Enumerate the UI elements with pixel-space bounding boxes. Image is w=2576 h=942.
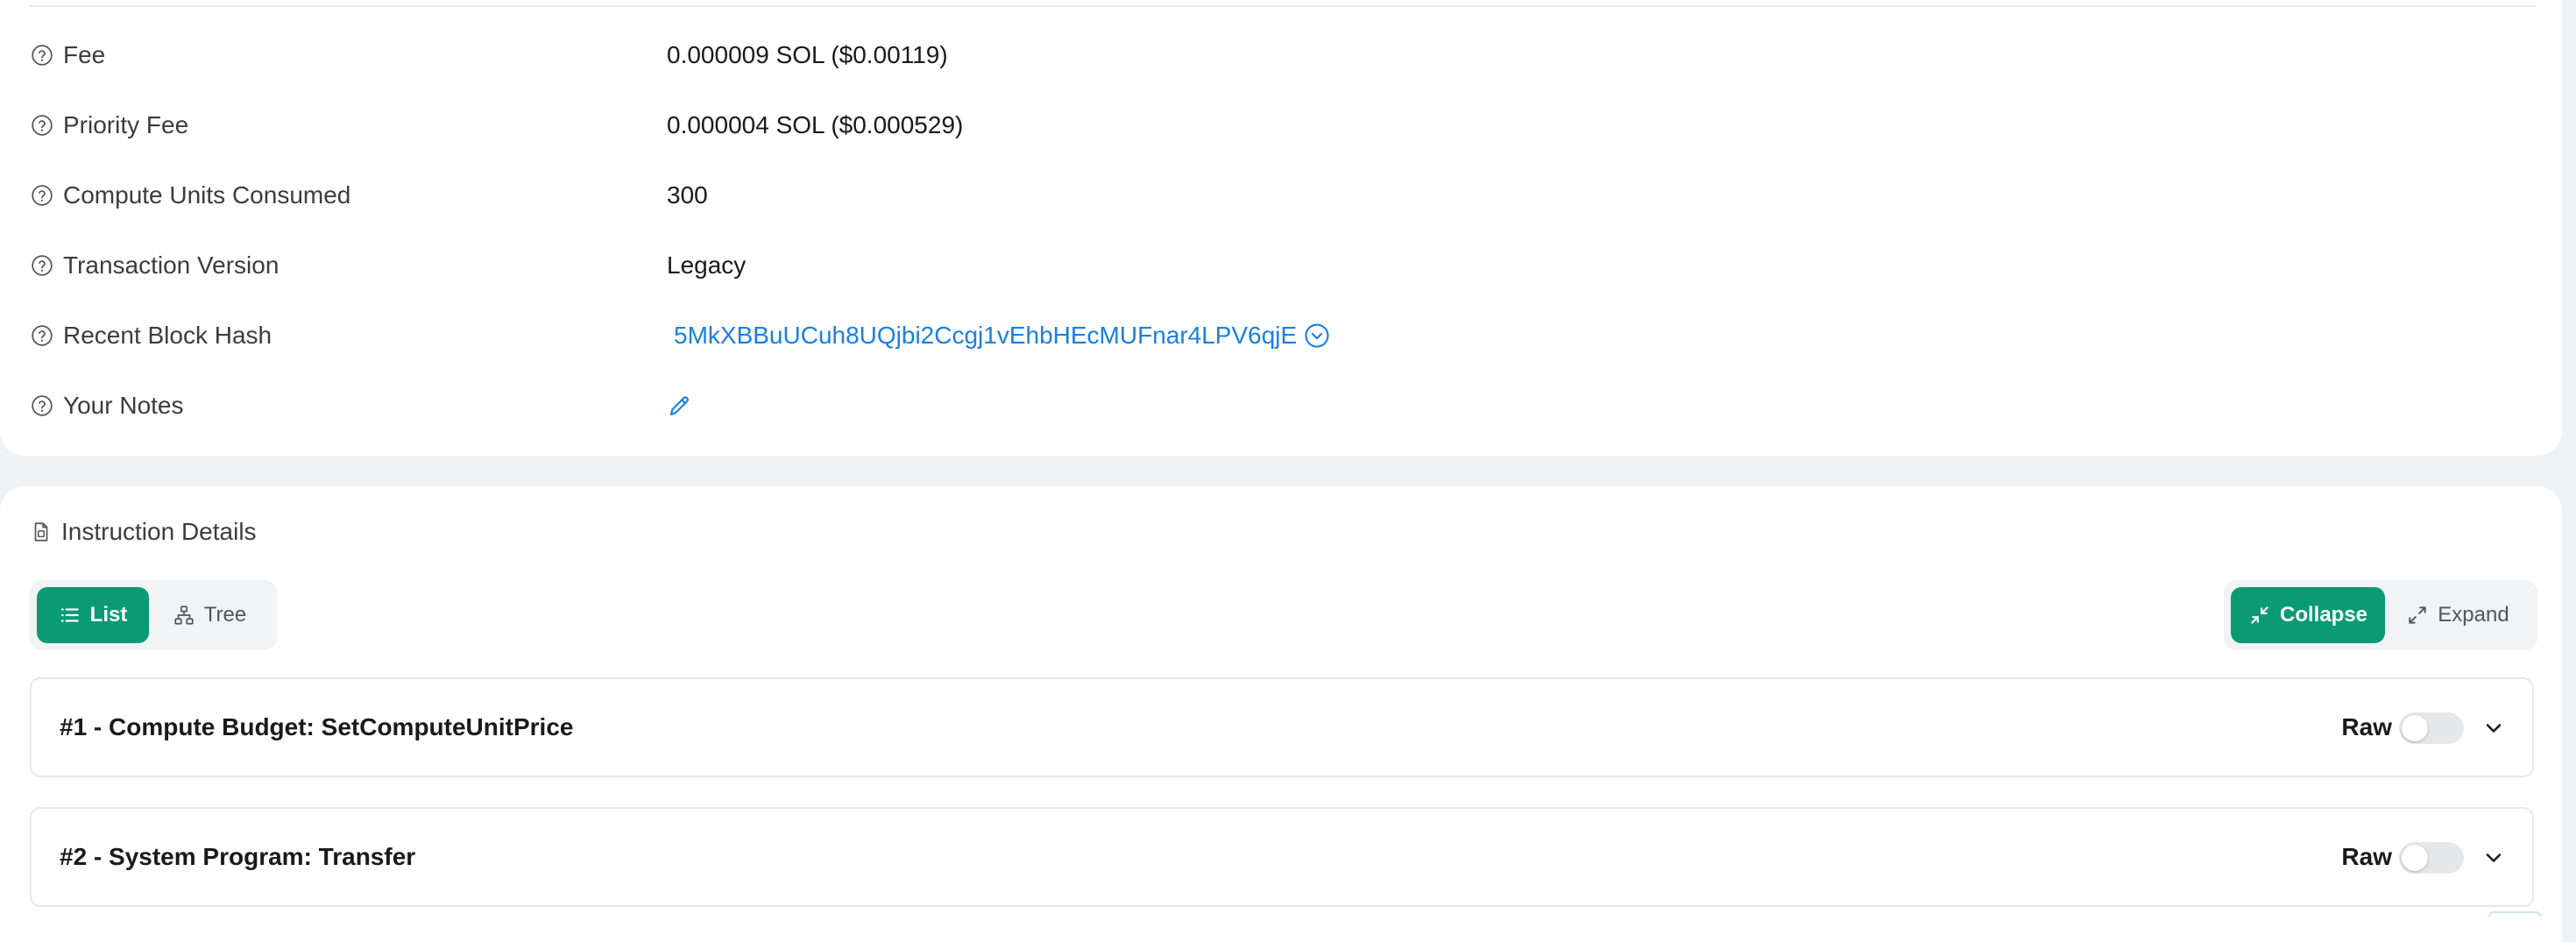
question-circle-icon[interactable] (30, 323, 54, 348)
detail-row-recent-block-hash: Recent Block Hash (30, 315, 272, 357)
detail-label: Transaction Version (63, 251, 279, 280)
tree-view-button[interactable]: Tree (149, 587, 270, 643)
detail-value-transaction-version: Legacy (667, 244, 746, 287)
collapse-button[interactable]: Collapse (2231, 587, 2385, 643)
expand-mode-toggle: Collapse Expand (2224, 580, 2537, 650)
question-circle-icon[interactable] (30, 183, 54, 208)
instruction-item[interactable]: #1 - Compute Budget: SetComputeUnitPrice… (30, 677, 2534, 777)
expand-arrows-icon (2406, 604, 2429, 627)
instruction-title: #2 - System Program: Transfer (60, 809, 415, 905)
question-circle-icon[interactable] (30, 253, 54, 278)
notes-edit-button[interactable] (667, 385, 693, 427)
view-mode-toggle: List Tree (30, 580, 277, 650)
collapse-arrows-icon (2248, 604, 2271, 627)
detail-value-priority-fee: 0.000004 SOL ($0.000529) (667, 104, 963, 146)
section-title-text: Instruction Details (61, 518, 257, 546)
detail-row-transaction-version: Transaction Version (30, 244, 279, 287)
detail-label: Your Notes (63, 392, 184, 420)
raw-label: Raw (2341, 679, 2392, 776)
list-icon (59, 604, 81, 627)
section-title: Instruction Details (30, 518, 257, 546)
detail-value-fee: 0.000009 SOL ($0.00119) (667, 34, 948, 76)
detail-label: Fee (63, 41, 105, 69)
document-icon (30, 521, 53, 543)
scroll-to-top-button-edge[interactable] (2488, 911, 2541, 917)
collapse-label: Collapse (2280, 603, 2367, 627)
list-label: List (90, 603, 128, 627)
recent-block-hash-link[interactable]: 5MkXBBuUCuh8UQjbi2Ccgj1vEhbHEcMUFnar4LPV… (674, 315, 1330, 357)
detail-row-fee: Fee (30, 34, 105, 76)
list-view-button[interactable]: List (37, 587, 149, 643)
tree-icon (173, 604, 195, 627)
detail-row-your-notes: Your Notes (30, 385, 184, 427)
pencil-icon[interactable] (667, 393, 693, 419)
raw-toggle[interactable] (2399, 842, 2464, 874)
detail-row-compute-units: Compute Units Consumed (30, 174, 350, 216)
detail-value-compute-units: 300 (667, 174, 708, 216)
expand-label: Expand (2438, 603, 2509, 627)
detail-label: Priority Fee (63, 111, 188, 139)
question-circle-icon[interactable] (30, 113, 54, 138)
chevron-down-circle-icon[interactable] (1304, 322, 1330, 349)
divider (30, 5, 2536, 7)
detail-row-priority-fee: Priority Fee (30, 104, 188, 146)
question-circle-icon[interactable] (30, 43, 54, 67)
raw-toggle[interactable] (2399, 712, 2464, 744)
question-circle-icon[interactable] (30, 393, 54, 418)
detail-label: Recent Block Hash (63, 322, 272, 350)
chevron-down-icon[interactable] (2481, 846, 2506, 870)
chevron-down-icon[interactable] (2481, 716, 2506, 740)
block-hash-text[interactable]: 5MkXBBuUCuh8UQjbi2Ccgj1vEhbHEcMUFnar4LPV… (674, 322, 1297, 350)
toggle-knob (2402, 715, 2428, 741)
instruction-item[interactable]: #2 - System Program: Transfer Raw (30, 807, 2534, 907)
toggle-knob (2402, 845, 2428, 871)
expand-button[interactable]: Expand (2385, 587, 2530, 643)
tree-label: Tree (204, 603, 246, 627)
transaction-details-card: Fee 0.000009 SOL ($0.00119) Priority Fee… (0, 0, 2562, 456)
instruction-details-card: Instruction Details List Tree Collapse (0, 486, 2562, 942)
detail-label: Compute Units Consumed (63, 181, 350, 209)
instruction-title: #1 - Compute Budget: SetComputeUnitPrice (60, 679, 573, 776)
raw-label: Raw (2341, 809, 2392, 905)
